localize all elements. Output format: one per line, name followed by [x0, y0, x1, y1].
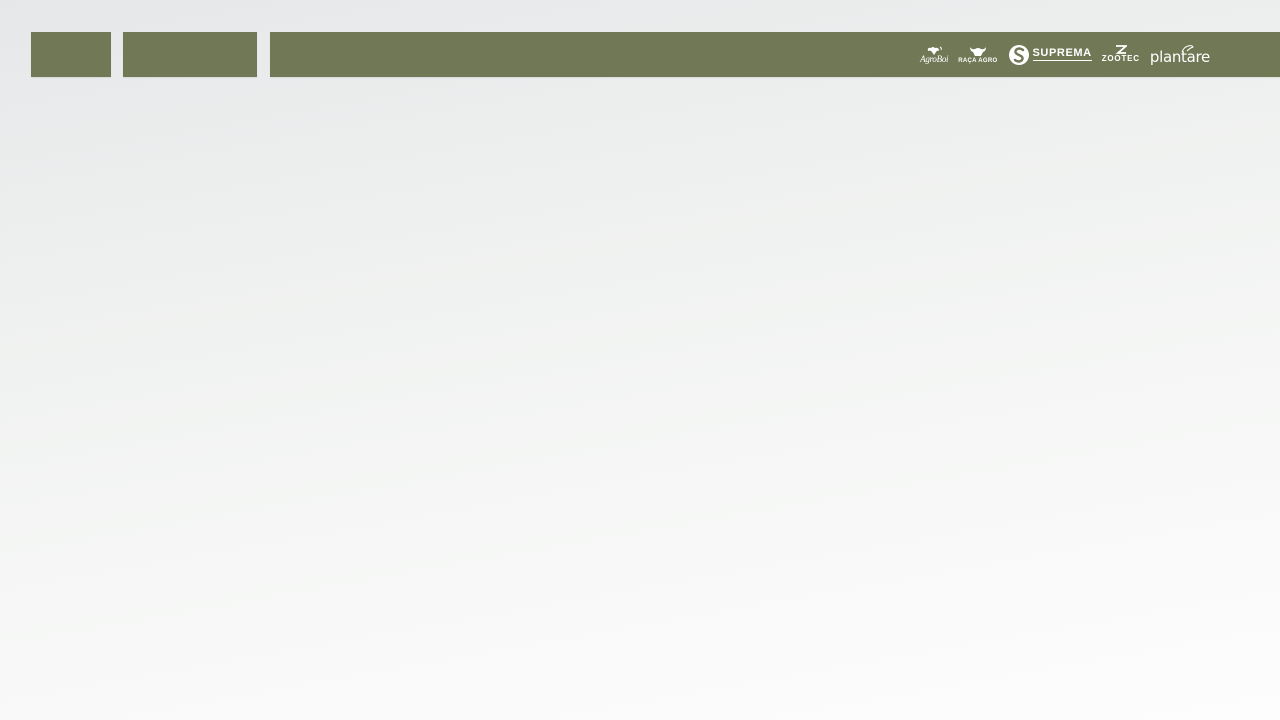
nav-button-2[interactable] — [123, 32, 257, 77]
zootec-logo[interactable]: ZOOTEC — [1102, 45, 1140, 64]
plantare-logo-text: plantare — [1149, 47, 1210, 66]
raca-agro-logo-text: RAÇA AGRO — [958, 58, 998, 64]
raca-agro-logo-icon — [969, 47, 986, 56]
raca-agro-logo[interactable]: RAÇA AGRO — [958, 45, 997, 64]
suprema-logo-text: SUPREMA — [1032, 46, 1092, 61]
nav-button-1[interactable] — [31, 32, 111, 77]
suprema-logo[interactable]: SUPREMA — [1008, 44, 1092, 66]
plantare-logo[interactable]: plantare — [1149, 44, 1210, 66]
suprema-logo-textblock: SUPREMA — [1032, 46, 1092, 62]
sponsor-logos: AgroBoi RAÇA AGRO SUPREMA ZOOTEC plantar… — [920, 32, 1210, 77]
zootec-logo-text: ZOOTEC — [1101, 54, 1140, 63]
zootec-logo-icon — [1115, 45, 1127, 54]
agroboi-logo-text: AgroBoi — [920, 53, 949, 64]
agroboi-logo[interactable]: AgroBoi — [920, 46, 949, 64]
sponsor-banner: AgroBoi RAÇA AGRO SUPREMA ZOOTEC plantar… — [270, 32, 1280, 77]
suprema-logo-icon — [1008, 44, 1029, 65]
